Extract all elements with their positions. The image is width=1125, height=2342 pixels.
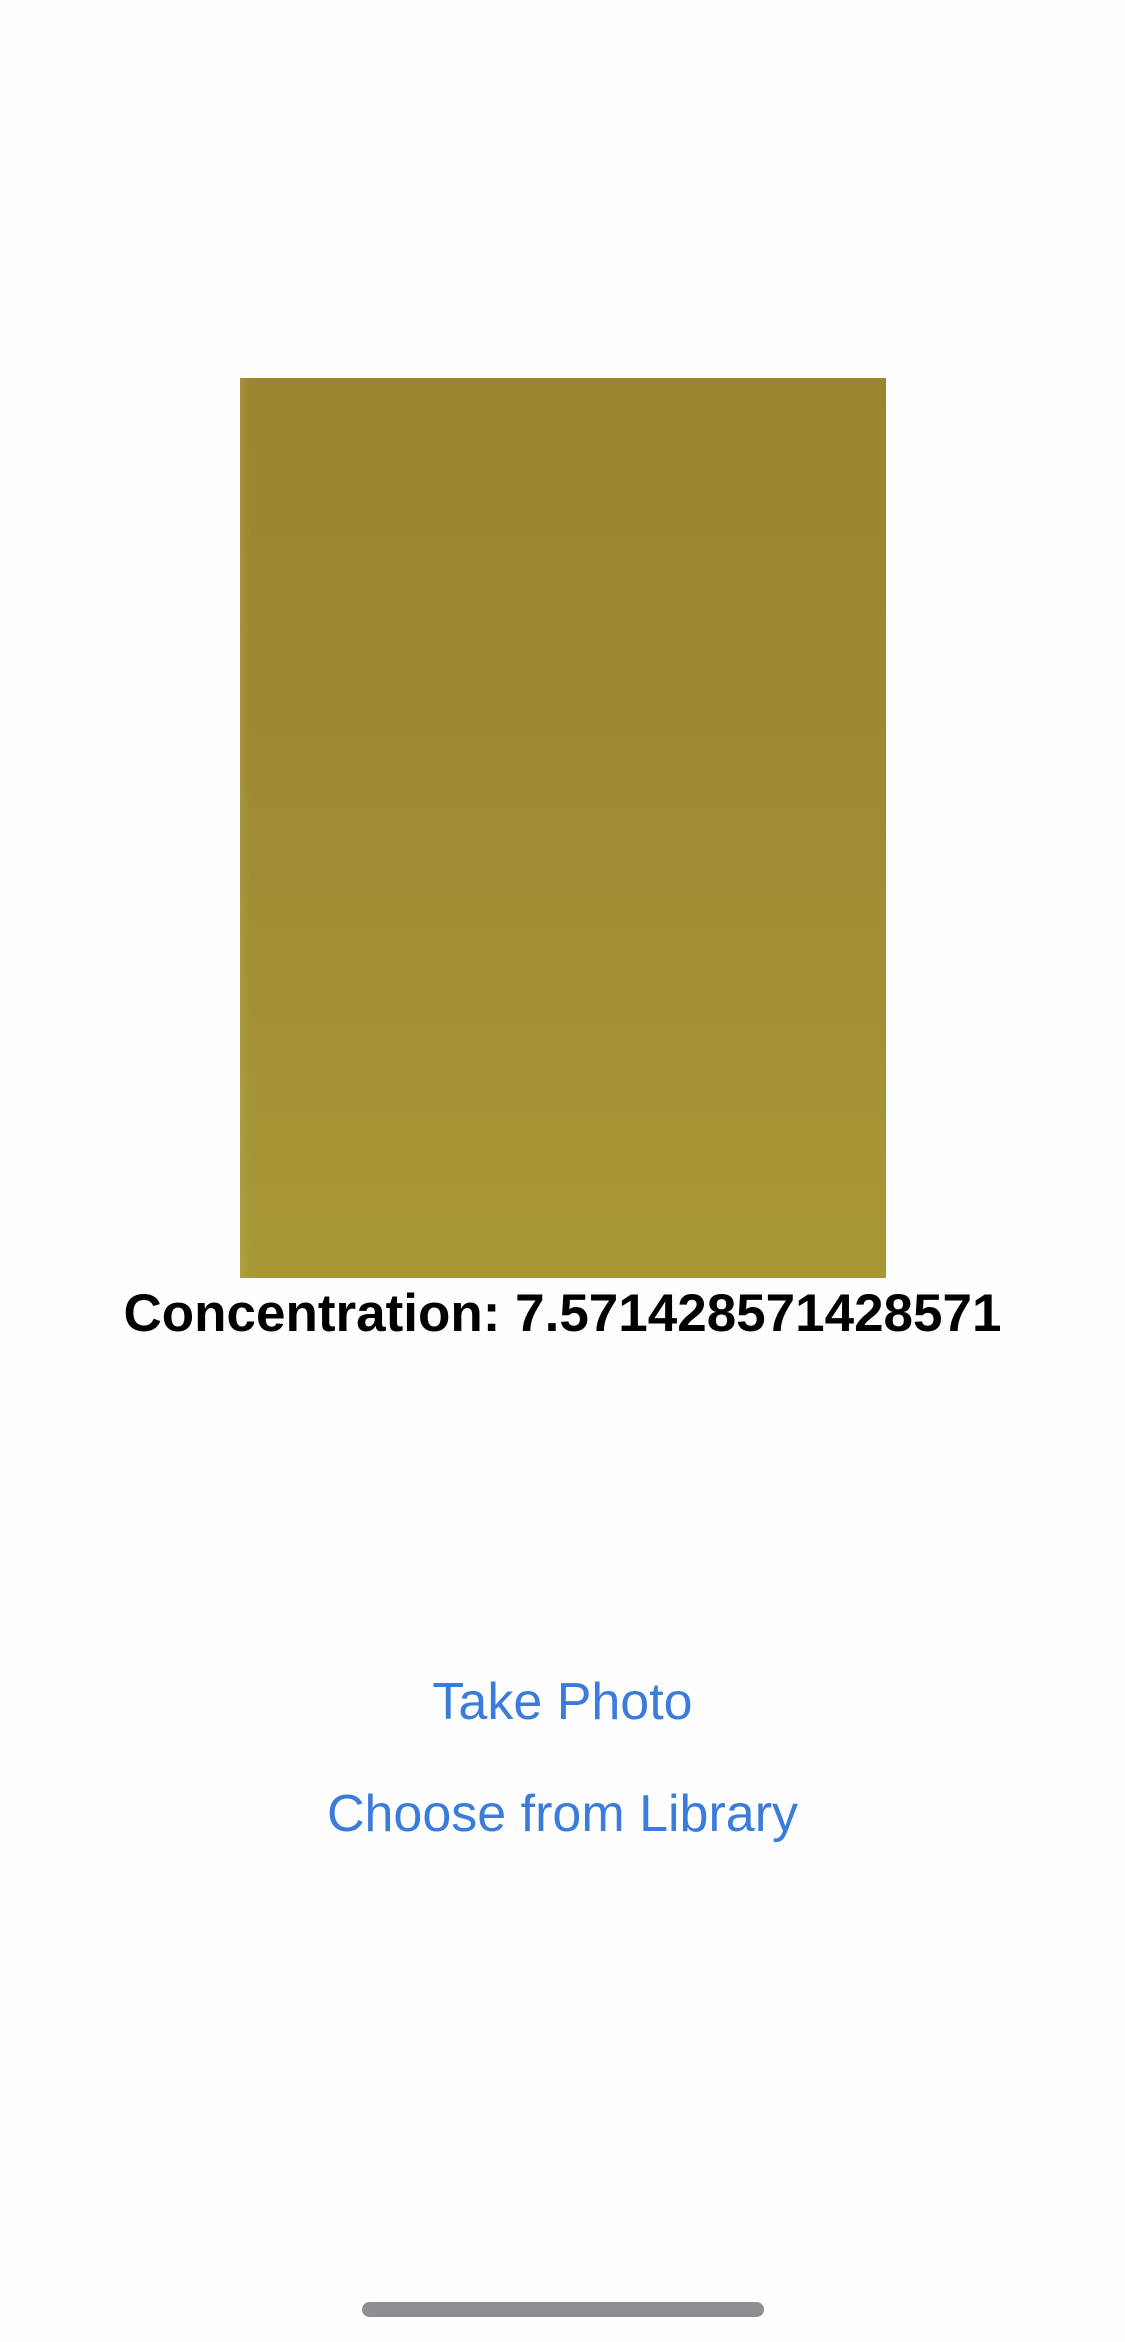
captured-photo-preview bbox=[240, 378, 886, 1278]
take-photo-button[interactable]: Take Photo bbox=[0, 1670, 1125, 1734]
photo-edge-highlight bbox=[240, 378, 250, 1278]
concentration-result: Concentration: 7.571428571428571 bbox=[123, 1284, 1002, 1343]
home-indicator[interactable] bbox=[362, 2302, 764, 2317]
choose-from-library-button[interactable]: Choose from Library bbox=[0, 1782, 1125, 1846]
